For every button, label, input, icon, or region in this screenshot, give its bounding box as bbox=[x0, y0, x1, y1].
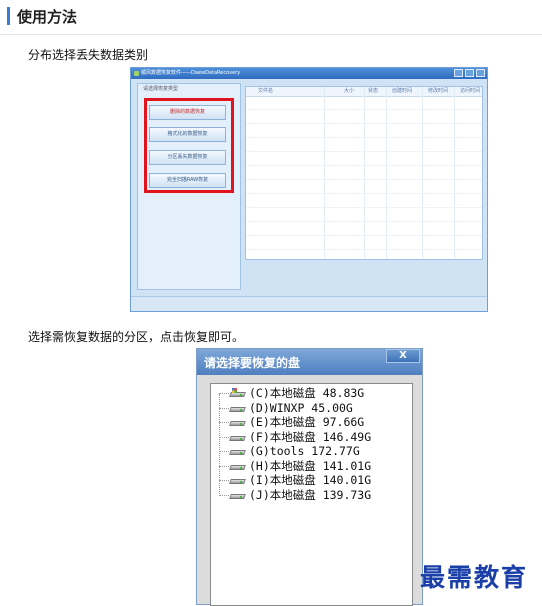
drive-icon bbox=[229, 448, 246, 456]
app-icon bbox=[134, 71, 139, 76]
file-list-grid[interactable]: 文件名 大小 状态 创建时间 修改时间 访问时间 bbox=[245, 86, 483, 260]
tree-branch bbox=[219, 480, 229, 481]
section-header: 使用方法 bbox=[0, 0, 542, 35]
col-created[interactable]: 创建时间 bbox=[392, 87, 412, 96]
tree-branch bbox=[219, 436, 229, 438]
drive-label: (D)WINXP 45.00G bbox=[249, 400, 353, 415]
tree-branch bbox=[219, 422, 229, 423]
system-drive-icon bbox=[229, 388, 246, 398]
grid-row-line bbox=[246, 207, 482, 208]
grid-row-line bbox=[246, 123, 482, 124]
section-title: 使用方法 bbox=[17, 8, 78, 26]
grid-divider bbox=[422, 87, 423, 259]
drive-icon bbox=[229, 492, 246, 500]
drive-label: (H)本地磁盘 141.01G bbox=[249, 458, 372, 473]
option-deleted-recovery[interactable]: 删除的数据恢复 bbox=[149, 105, 226, 120]
grid-row-line bbox=[246, 221, 482, 222]
drive-icon bbox=[229, 477, 246, 485]
tree-branch bbox=[219, 494, 229, 496]
col-modified[interactable]: 修改时间 bbox=[428, 87, 448, 96]
option-raw-recovery[interactable]: 完全扫描RAW恢复 bbox=[149, 173, 226, 188]
drive-item-c[interactable]: (C)本地磁盘 48.83G bbox=[219, 386, 409, 401]
drive-label: (G)tools 172.77G bbox=[249, 444, 360, 458]
drive-icon bbox=[229, 405, 246, 413]
status-bar bbox=[131, 296, 487, 311]
dialog-title: 请选择要恢复的盘 bbox=[204, 356, 301, 370]
grid-row-line bbox=[246, 165, 482, 166]
drive-tree: (C)本地磁盘 48.83G (D)WINXP 45.00G (E)本地磁盘 9… bbox=[210, 383, 413, 606]
dialog-titlebar: 请选择要恢复的盘 X bbox=[197, 349, 422, 375]
grid-row-line bbox=[246, 193, 482, 194]
option-partition-recovery[interactable]: 分区丢失数据恢复 bbox=[149, 150, 226, 165]
grid-row-line bbox=[246, 179, 482, 180]
col-accessed[interactable]: 访问时间 bbox=[460, 87, 480, 96]
drive-item-i[interactable]: (I)本地磁盘 140.01G bbox=[219, 473, 409, 488]
grid-row-line bbox=[246, 249, 482, 250]
drive-label: (C)本地磁盘 48.83G bbox=[249, 386, 365, 400]
col-size[interactable]: 大小 bbox=[344, 87, 354, 96]
drive-label: (J)本地磁盘 139.73G bbox=[249, 487, 372, 502]
dialog-close-button[interactable]: X bbox=[386, 349, 420, 363]
grid-divider bbox=[364, 87, 365, 259]
drive-icon bbox=[229, 434, 246, 442]
maximize-button[interactable] bbox=[465, 69, 474, 77]
grid-divider bbox=[386, 87, 387, 259]
drive-item-e[interactable]: (E)本地磁盘 97.66G bbox=[219, 415, 409, 430]
close-button[interactable] bbox=[476, 69, 485, 77]
recovery-type-label: 请选择恢复类型 bbox=[143, 86, 179, 92]
drive-label: (E)本地磁盘 97.66G bbox=[249, 415, 365, 429]
drive-item-j[interactable]: (J)本地磁盘 139.73G bbox=[219, 488, 409, 503]
drive-item-f[interactable]: (F)本地磁盘 146.49G bbox=[219, 430, 409, 445]
section-accent-bar bbox=[7, 7, 10, 25]
grid-row-line bbox=[246, 151, 482, 152]
app-title: 顺风数据恢复软件——DaewDataRecovery bbox=[141, 70, 241, 76]
watermark: 最需教育 bbox=[420, 563, 529, 592]
option-format-recovery[interactable]: 格式化的数据恢复 bbox=[149, 127, 226, 142]
grid-divider bbox=[324, 87, 325, 259]
tree-branch bbox=[219, 407, 229, 409]
grid-row-line bbox=[246, 235, 482, 236]
drive-item-g[interactable]: (G)tools 172.77G bbox=[219, 444, 409, 459]
tree-branch bbox=[219, 451, 229, 452]
drive-label: (F)本地磁盘 146.49G bbox=[249, 429, 372, 444]
step2-caption: 选择需恢复数据的分区，点击恢复即可。 bbox=[28, 330, 245, 344]
step1-caption: 分布选择丢失数据类别 bbox=[28, 48, 149, 62]
drive-item-d[interactable]: (D)WINXP 45.00G bbox=[219, 401, 409, 416]
tree-branch bbox=[219, 393, 229, 394]
recovery-app-window: 顺风数据恢复软件——DaewDataRecovery 请选择恢复类型 删除的数据… bbox=[130, 67, 488, 312]
drive-icon bbox=[229, 463, 246, 471]
minimize-button[interactable] bbox=[454, 69, 463, 77]
drive-label: (I)本地磁盘 140.01G bbox=[249, 473, 372, 487]
grid-row-line bbox=[246, 109, 482, 110]
drive-item-h[interactable]: (H)本地磁盘 141.01G bbox=[219, 459, 409, 474]
grid-row-line bbox=[246, 137, 482, 138]
col-filename[interactable]: 文件名 bbox=[258, 87, 273, 96]
drive-select-dialog: 请选择要恢复的盘 X (C)本地磁盘 48.83G (D)WINXP 45.00… bbox=[196, 348, 423, 606]
col-status[interactable]: 状态 bbox=[368, 87, 378, 96]
app-titlebar: 顺风数据恢复软件——DaewDataRecovery bbox=[131, 68, 487, 79]
drive-icon bbox=[229, 419, 246, 427]
tree-branch bbox=[219, 465, 229, 467]
grid-divider bbox=[454, 87, 455, 259]
